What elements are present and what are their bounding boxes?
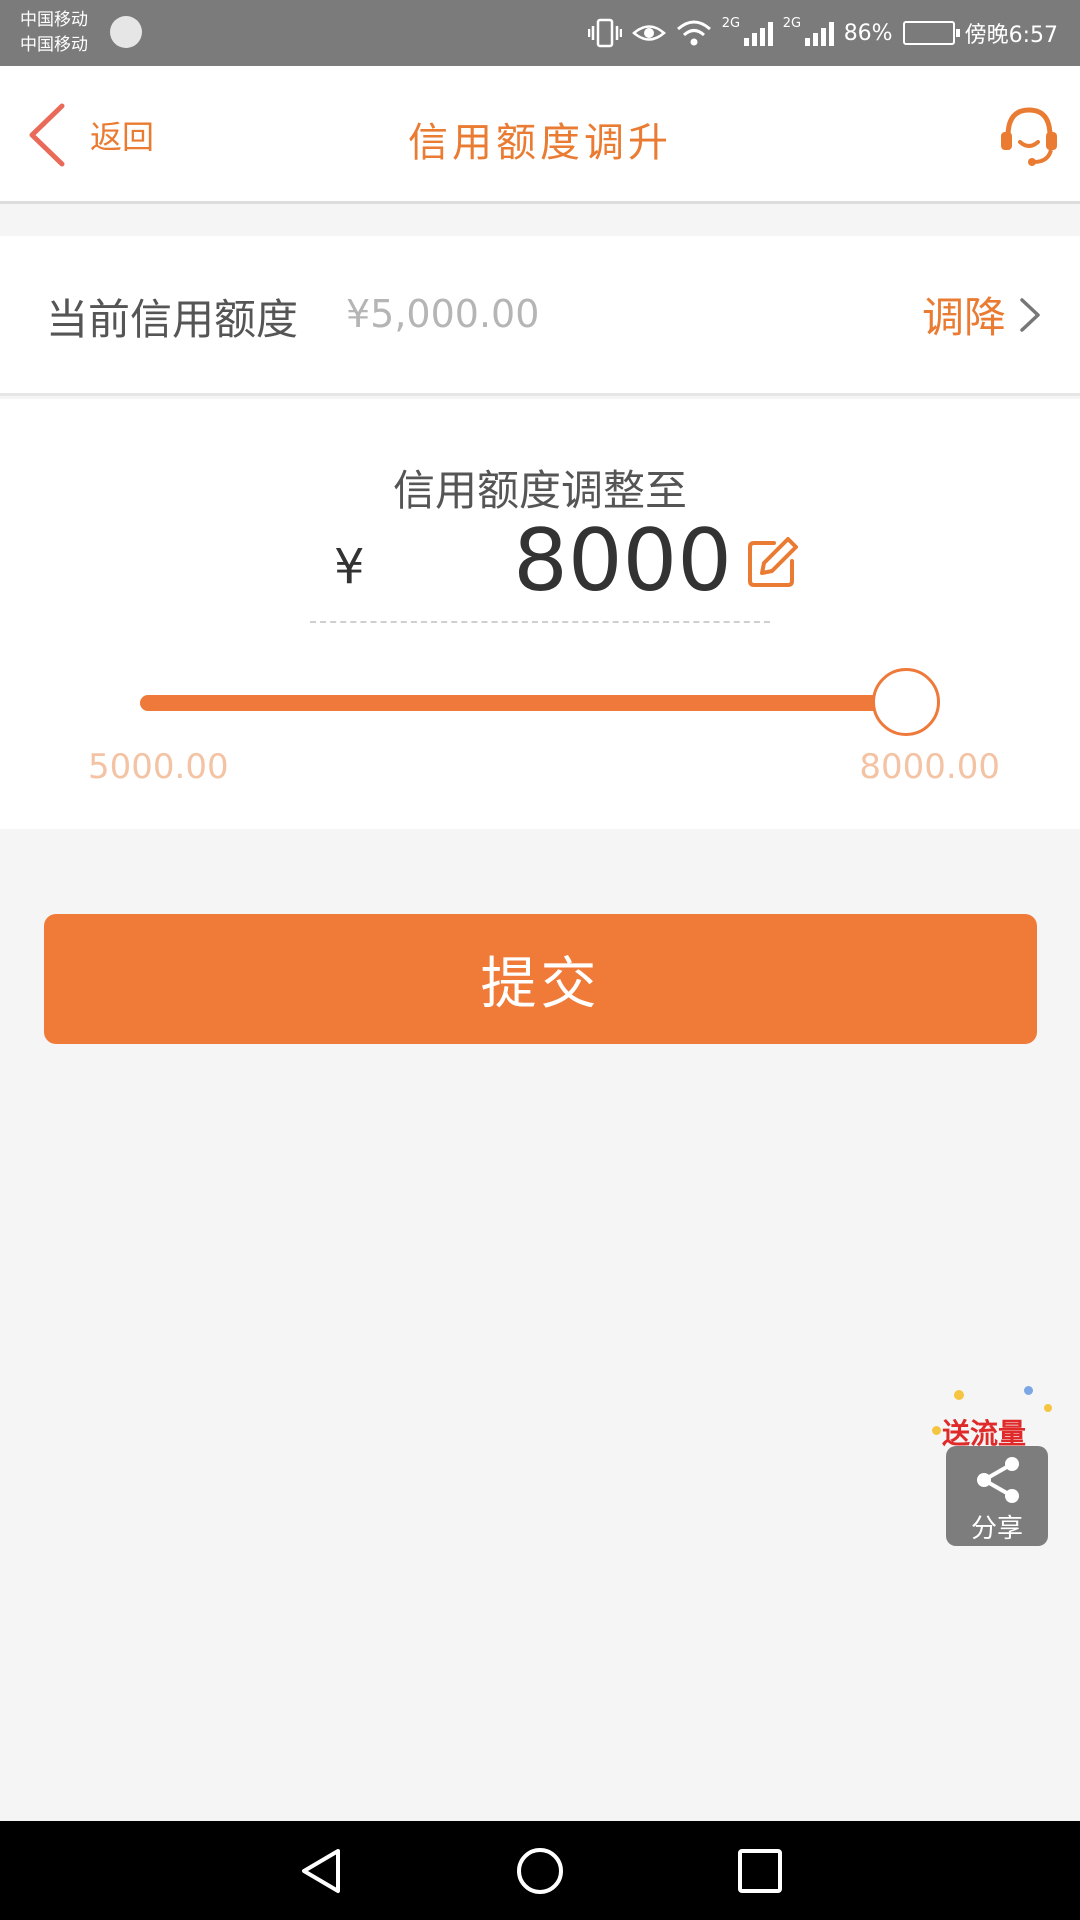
signal-strength-2: 2G — [783, 16, 834, 46]
confetti-decoration — [1044, 1404, 1052, 1412]
decrease-label: 调降 — [921, 293, 1006, 342]
adjust-credit-panel: 信用额度调整至 ¥ 5000.00 8000.00 — [0, 399, 1080, 829]
headset-icon[interactable] — [996, 102, 1062, 168]
current-credit-value: ¥5,000.00 — [346, 292, 540, 336]
adjust-title: 信用额度调整至 — [392, 466, 687, 515]
submit-button[interactable]: 提交 — [44, 914, 1037, 1044]
confetti-decoration — [1024, 1386, 1033, 1395]
currency-symbol: ¥ — [334, 539, 365, 595]
status-indicators: 2G 2G 86% 傍晚6:57 — [587, 16, 1058, 50]
battery-percent: 86% — [843, 20, 893, 46]
confetti-decoration — [954, 1390, 964, 1400]
slider-max-label: 8000.00 — [859, 747, 1000, 787]
nav-back-icon[interactable] — [296, 1845, 348, 1897]
network-type-1: 2G — [721, 16, 741, 31]
share-label: 分享 — [970, 1514, 1023, 1544]
credit-slider-thumb[interactable] — [872, 668, 940, 736]
network-type-2: 2G — [782, 16, 802, 31]
amount-input[interactable] — [500, 511, 732, 611]
vibrate-icon — [587, 18, 622, 48]
credit-slider-fill — [140, 695, 906, 711]
edit-icon[interactable] — [744, 535, 800, 591]
page-title: 信用额度调升 — [408, 120, 672, 166]
carrier-2: 中国移动 — [20, 35, 88, 55]
status-bar: 中国移动 中国移动 2G 2G 86% 傍晚6:57 — [0, 0, 1080, 66]
current-credit-label: 当前信用额度 — [46, 295, 299, 344]
wifi-icon — [676, 20, 711, 46]
battery-icon — [902, 21, 960, 45]
navigation-bar — [0, 1821, 1080, 1920]
current-credit-row: 当前信用额度 ¥5,000.00 调降 — [0, 236, 1080, 396]
credit-limit-increase-screen: 中国移动 中国移动 2G 2G 86% 傍晚6:57 返回 信用额度调升 当前信… — [0, 0, 1080, 1920]
decrease-credit-link[interactable]: 调降 — [922, 284, 1042, 345]
clock: 傍晚6:57 — [964, 23, 1058, 48]
eye-comfort-icon — [631, 25, 666, 41]
chevron-right-icon — [1020, 297, 1040, 332]
confetti-decoration — [932, 1426, 941, 1435]
carrier-1: 中国移动 — [20, 10, 88, 30]
carrier-info: 中国移动 中国移动 — [20, 8, 88, 58]
amount-underline — [310, 621, 770, 623]
header: 返回 信用额度调升 — [0, 66, 1080, 204]
share-widget[interactable]: 送流量 分享 — [924, 1382, 1062, 1548]
nav-recents-icon[interactable] — [734, 1845, 786, 1897]
slider-min-label: 5000.00 — [88, 747, 229, 787]
carrier-app-icon — [110, 16, 142, 48]
share-button[interactable]: 分享 — [946, 1446, 1048, 1546]
signal-strength-1: 2G — [722, 16, 773, 46]
credit-slider-track[interactable] — [140, 695, 940, 711]
nav-home-icon[interactable] — [514, 1845, 566, 1897]
share-icon — [977, 1457, 1019, 1503]
